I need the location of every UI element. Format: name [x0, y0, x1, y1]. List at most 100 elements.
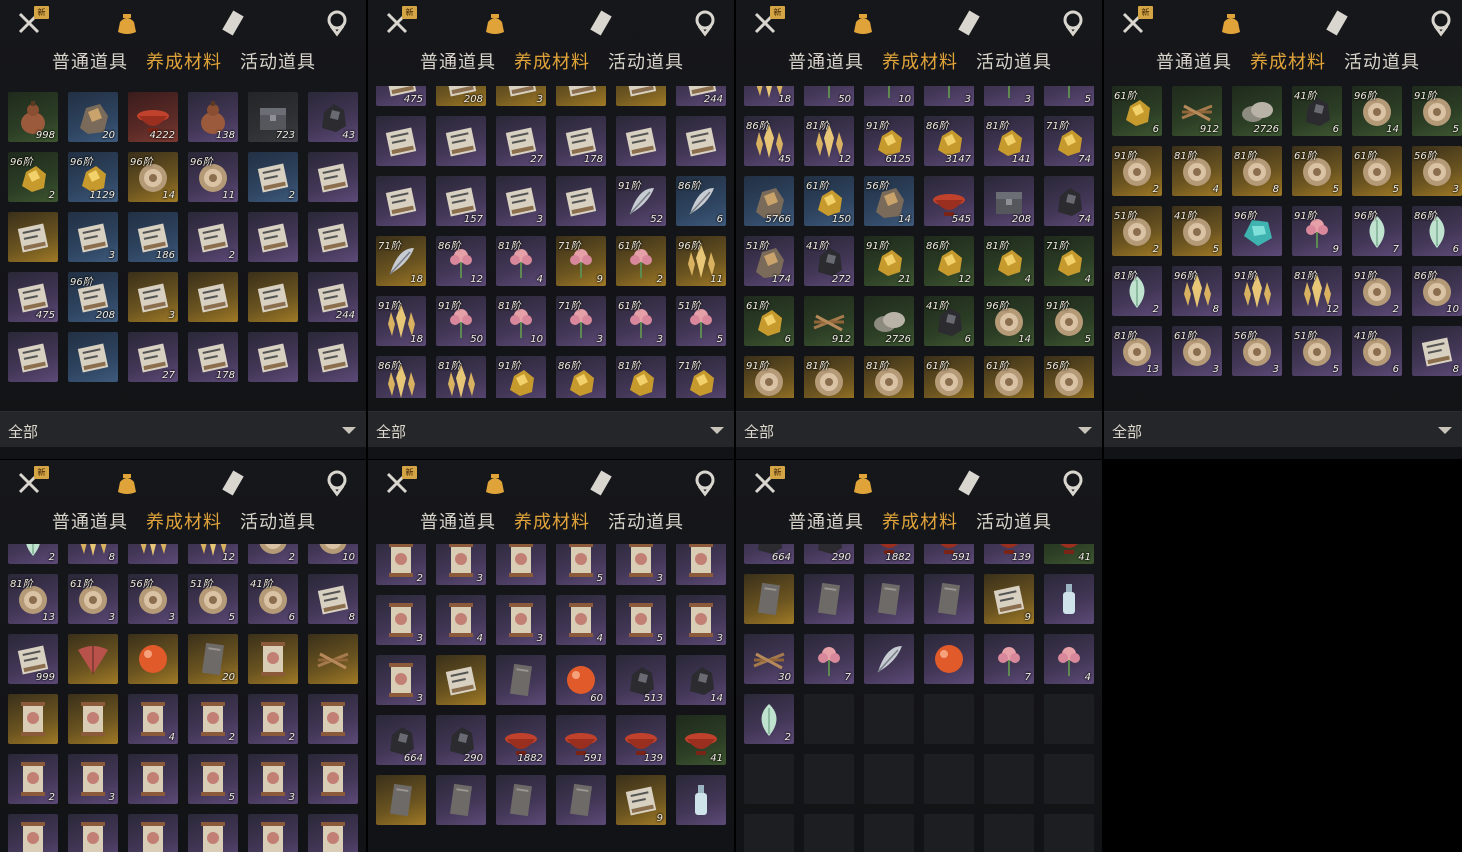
tab-growth-materials[interactable]: 养成材料 — [514, 508, 590, 534]
item-slot[interactable]: 18 — [744, 86, 794, 106]
item-slot[interactable]: 475 — [8, 272, 58, 322]
item-slot[interactable] — [676, 775, 726, 825]
item-slot[interactable]: 2726 — [1232, 86, 1282, 136]
item-slot[interactable]: 5 — [1044, 86, 1094, 106]
item-slot[interactable] — [436, 116, 486, 166]
item-slot[interactable]: 998 — [8, 92, 58, 142]
item-slot[interactable]: 8 — [308, 574, 358, 624]
item-slot[interactable]: 5 — [616, 595, 666, 645]
item-slot[interactable]: 2 — [248, 694, 298, 744]
item-slot[interactable]: 3 — [376, 655, 426, 705]
item-slot[interactable] — [8, 212, 58, 262]
item-slot[interactable]: 71阶 4 — [1044, 236, 1094, 286]
item-slot[interactable]: 3 — [436, 544, 486, 585]
item-slot[interactable] — [924, 574, 974, 624]
item-slot[interactable] — [676, 544, 726, 585]
item-slot[interactable]: 208 — [984, 176, 1034, 226]
scroll-icon[interactable] — [954, 8, 984, 38]
item-slot[interactable]: 3 — [376, 595, 426, 645]
item-slot[interactable] — [128, 754, 178, 804]
item-slot[interactable] — [308, 754, 358, 804]
filter-dropdown[interactable]: 全部 — [368, 411, 734, 447]
item-slot[interactable] — [128, 814, 178, 852]
item-slot[interactable]: 56阶 3 — [1232, 326, 1282, 376]
item-slot[interactable]: 664 — [744, 544, 794, 564]
item-slot[interactable]: 912 — [804, 296, 854, 346]
item-slot[interactable] — [308, 332, 358, 382]
item-slot[interactable]: 96阶 208 — [68, 272, 118, 322]
item-slot[interactable] — [496, 655, 546, 705]
tab-normal-items[interactable]: 普通道具 — [52, 48, 128, 74]
item-slot[interactable]: 41阶 6 — [1292, 86, 1342, 136]
item-slot[interactable]: 3 — [924, 86, 974, 106]
tab-event-items[interactable]: 活动道具 — [608, 508, 684, 534]
item-slot[interactable] — [248, 272, 298, 322]
item-slot[interactable]: 51阶 5 — [188, 574, 238, 624]
item-slot[interactable]: 56阶 3 — [128, 574, 178, 624]
item-slot[interactable]: 2 — [248, 544, 298, 564]
item-slot[interactable] — [924, 634, 974, 684]
item-slot[interactable]: 178 — [188, 332, 238, 382]
item-slot[interactable]: 41阶 6 — [248, 574, 298, 624]
medal-icon[interactable] — [1058, 468, 1088, 498]
item-slot[interactable]: 3 — [128, 272, 178, 322]
sword-icon[interactable]: 新 — [14, 466, 49, 498]
tab-growth-materials[interactable]: 养成材料 — [1250, 48, 1326, 74]
item-slot[interactable] — [436, 655, 486, 705]
item-slot[interactable] — [8, 332, 58, 382]
item-slot[interactable]: 74 — [1044, 176, 1094, 226]
item-slot[interactable]: 43 — [308, 92, 358, 142]
item-slot[interactable]: 9 — [616, 775, 666, 825]
item-slot[interactable]: 81阶 10 — [496, 296, 546, 346]
item-slot[interactable]: 3 — [676, 595, 726, 645]
item-slot[interactable]: 139 — [984, 544, 1034, 564]
item-slot[interactable]: 91阶 21 — [864, 236, 914, 286]
sword-icon[interactable]: 新 — [382, 6, 417, 38]
item-slot[interactable]: 71阶 3 — [556, 296, 606, 346]
item-slot[interactable]: 91阶 9 — [1292, 206, 1342, 256]
item-slot[interactable]: 61阶 3 — [616, 296, 666, 346]
item-slot[interactable]: 3 — [68, 754, 118, 804]
pouch-icon[interactable] — [480, 8, 510, 38]
item-slot[interactable]: 71阶 18 — [376, 236, 426, 286]
tab-normal-items[interactable]: 普通道具 — [420, 508, 496, 534]
item-slot[interactable]: 1882 — [496, 715, 546, 765]
tab-growth-materials[interactable]: 养成材料 — [882, 48, 958, 74]
tab-event-items[interactable]: 活动道具 — [240, 508, 316, 534]
item-slot[interactable]: 56阶 14 — [864, 176, 914, 226]
item-slot[interactable]: 91阶 5 — [1044, 296, 1094, 346]
pouch-icon[interactable] — [1216, 8, 1246, 38]
item-slot[interactable]: 4 — [436, 595, 486, 645]
item-slot[interactable] — [496, 544, 546, 585]
item-slot[interactable]: 51阶 5 — [676, 296, 726, 346]
item-slot[interactable] — [616, 86, 666, 106]
item-slot[interactable]: 81阶 12 — [804, 116, 854, 166]
item-slot[interactable]: 475 — [376, 86, 426, 106]
item-slot[interactable] — [864, 634, 914, 684]
item-slot[interactable]: 41阶 5 — [1172, 206, 1222, 256]
tab-normal-items[interactable]: 普通道具 — [52, 508, 128, 534]
item-slot[interactable]: 86阶 12 — [924, 236, 974, 286]
item-slot[interactable]: 96阶 14 — [128, 152, 178, 202]
item-slot[interactable]: 86阶 — [376, 356, 426, 398]
medal-icon[interactable] — [690, 8, 720, 38]
item-slot[interactable] — [128, 544, 178, 564]
item-slot[interactable]: 61阶 5 — [1292, 146, 1342, 196]
item-slot[interactable]: 244 — [676, 86, 726, 106]
item-slot[interactable]: 5766 — [744, 176, 794, 226]
item-slot[interactable]: 20 — [68, 92, 118, 142]
item-slot[interactable] — [248, 332, 298, 382]
item-slot[interactable]: 2 — [8, 754, 58, 804]
item-slot[interactable] — [376, 775, 426, 825]
scroll-icon[interactable] — [1322, 8, 1352, 38]
item-slot[interactable]: 3 — [496, 86, 546, 106]
item-slot[interactable]: 96阶 14 — [1352, 86, 1402, 136]
item-slot[interactable]: 513 — [616, 655, 666, 705]
item-slot[interactable] — [556, 86, 606, 106]
item-slot[interactable]: 41阶 272 — [804, 236, 854, 286]
scroll-icon[interactable] — [586, 468, 616, 498]
item-slot[interactable]: 81阶 13 — [1112, 326, 1162, 376]
item-slot[interactable]: 3 — [616, 544, 666, 585]
item-slot[interactable] — [804, 574, 854, 624]
item-slot[interactable] — [308, 694, 358, 744]
